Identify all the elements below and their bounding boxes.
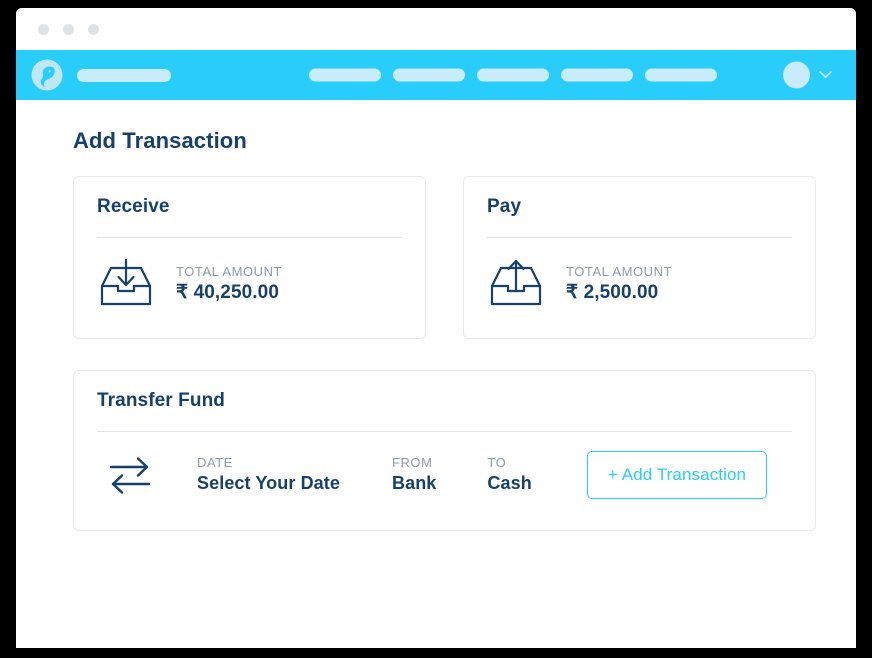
pay-amount-row: TOTAL AMOUNT ₹ 2,500.00 [487,258,792,310]
user-menu[interactable] [783,61,832,89]
receive-amount-row: TOTAL AMOUNT ₹ 40,250.00 [97,258,402,310]
nav-link-2[interactable] [393,68,465,82]
date-field-value[interactable]: Select Your Date [197,472,340,495]
to-field-label: TO [487,454,507,470]
pay-card: Pay TOTAL AMOUNT ₹ 2,500.00 [463,176,816,339]
receive-card-divider [97,237,402,238]
brand-name-placeholder[interactable] [77,68,171,82]
transfer-fund-divider [97,431,792,432]
nav-link-5[interactable] [645,68,717,82]
nav-link-3[interactable] [477,68,549,82]
page-title: Add Transaction [73,128,247,153]
date-field[interactable]: DATE Select Your Date [197,455,340,495]
nav-link-1[interactable] [309,68,381,82]
transfer-fund-row: DATE Select Your Date FROM Bank TO Cash … [97,451,792,499]
nav-link-4[interactable] [561,68,633,82]
receive-amount-label: TOTAL AMOUNT [176,264,283,280]
minimize-dot[interactable] [63,23,74,35]
date-field-label: DATE [197,454,233,470]
browser-window: Add Transaction Receive TOTAL AMOUNT ₹ 4… [16,8,856,648]
inbox-download-icon [100,258,152,306]
from-field-label: FROM [392,454,433,470]
screenshot-root: Add Transaction Receive TOTAL AMOUNT ₹ 4… [0,0,872,658]
receive-card: Receive TOTAL AMOUNT ₹ 40,250.00 [73,176,426,339]
from-field[interactable]: FROM Bank [392,455,436,495]
receive-amount-value: ₹ 40,250.00 [176,281,279,303]
add-transaction-button[interactable]: + Add Transaction [586,451,768,499]
avatar[interactable] [783,61,810,89]
receive-amount-block: TOTAL AMOUNT ₹ 40,250.00 [176,263,282,304]
transfer-fund-title: Transfer Fund [97,390,225,411]
app-logo-icon[interactable] [30,58,64,92]
pay-card-divider [487,237,792,238]
window-titlebar [16,8,856,50]
outbox-upload-icon [490,259,542,306]
pay-amount-value: ₹ 2,500.00 [566,281,659,303]
close-dot[interactable] [38,23,49,35]
from-field-value[interactable]: Bank [392,472,436,495]
chevron-down-icon[interactable] [819,71,832,80]
pay-amount-block: TOTAL AMOUNT ₹ 2,500.00 [566,263,672,304]
transfer-arrows-icon [109,457,151,494]
to-field[interactable]: TO Cash [487,455,531,495]
top-navbar [16,50,856,100]
pay-amount-label: TOTAL AMOUNT [566,264,673,280]
pay-card-title: Pay [487,196,522,217]
nav-links [309,68,717,82]
transfer-fund-card: Transfer Fund DATE Select Your Date FROM… [73,370,816,531]
receive-card-title: Receive [97,196,170,217]
to-field-value[interactable]: Cash [487,472,531,495]
maximize-dot[interactable] [88,23,99,35]
page-content: Add Transaction Receive TOTAL AMOUNT ₹ 4… [16,100,856,648]
summary-cards: Receive TOTAL AMOUNT ₹ 40,250.00 Pay TOT… [73,176,816,339]
